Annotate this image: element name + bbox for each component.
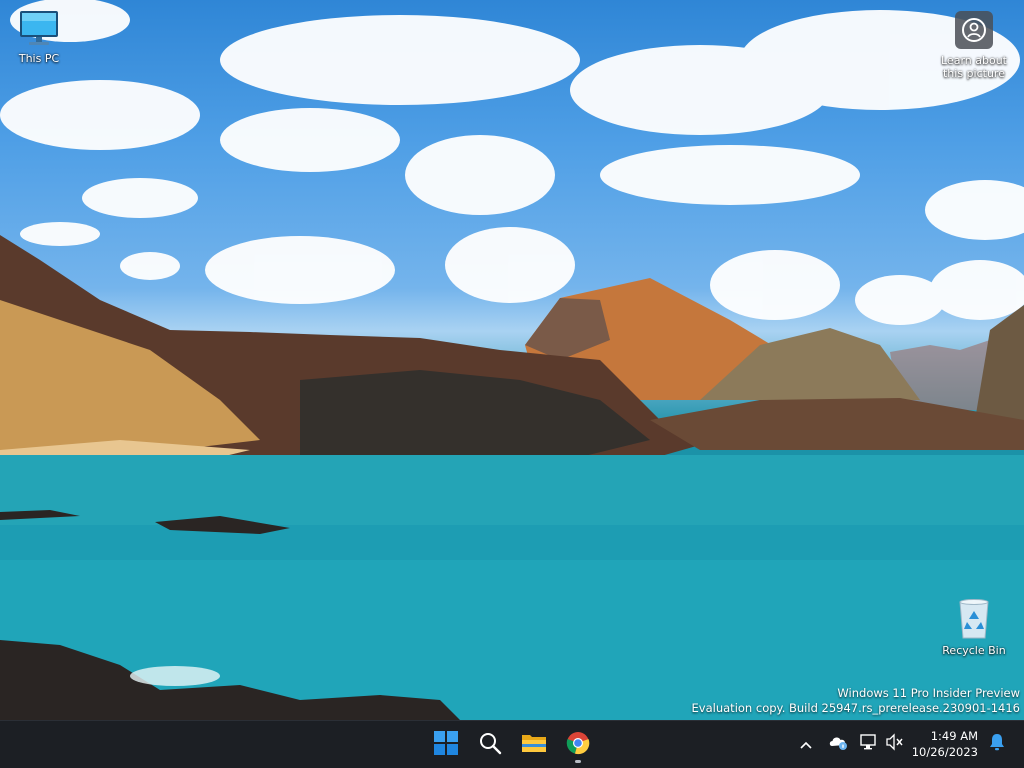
learn-about-picture-desktop-icon[interactable]: Learn about this picture: [936, 8, 1012, 80]
file-explorer-button[interactable]: [514, 725, 554, 765]
onedrive-tray-button[interactable]: [827, 733, 849, 755]
volume-tray-button[interactable]: [884, 733, 906, 755]
chrome-button[interactable]: [558, 725, 598, 765]
volume-muted-icon: [885, 733, 905, 755]
clock-date: 10/26/2023: [911, 745, 978, 759]
camera-info-icon: [952, 8, 996, 52]
learn-about-picture-label: Learn about this picture: [941, 54, 1007, 80]
onedrive-icon: [828, 734, 848, 754]
desktop: This PC Learn about this picture Recycle…: [0, 0, 1024, 720]
windows-watermark: Windows 11 Pro Insider Preview Evaluatio…: [692, 686, 1020, 716]
this-pc-desktop-icon[interactable]: This PC: [1, 6, 77, 65]
show-hidden-icons-button[interactable]: [795, 733, 817, 755]
taskbar-clock[interactable]: 1:49 AM 10/26/2023: [912, 728, 978, 760]
recycle-bin-label: Recycle Bin: [942, 644, 1006, 657]
recycle-bin-desktop-icon[interactable]: Recycle Bin: [936, 598, 1012, 657]
search-icon: [478, 731, 502, 759]
clock-time: 1:49 AM: [930, 729, 978, 743]
this-pc-label: This PC: [18, 52, 60, 65]
recycle-bin-icon: [952, 598, 996, 642]
start-button[interactable]: [426, 725, 466, 765]
folder-icon: [521, 732, 547, 758]
watermark-edition: Windows 11 Pro Insider Preview: [837, 686, 1020, 700]
running-indicator: [575, 760, 581, 763]
wallpaper-landscape: [0, 0, 1024, 720]
notifications-button[interactable]: [986, 733, 1008, 755]
search-button[interactable]: [470, 725, 510, 765]
monitor-icon: [17, 6, 61, 50]
windows-start-icon: [434, 731, 458, 759]
bell-icon: [989, 733, 1005, 755]
watermark-build: Evaluation copy. Build 25947.rs_prerelea…: [691, 701, 1020, 715]
chevron-up-icon: [799, 735, 813, 754]
chrome-icon: [566, 731, 590, 759]
network-icon: [859, 733, 879, 755]
network-tray-button[interactable]: [858, 733, 880, 755]
taskbar: 1:49 AM 10/26/2023: [0, 720, 1024, 768]
